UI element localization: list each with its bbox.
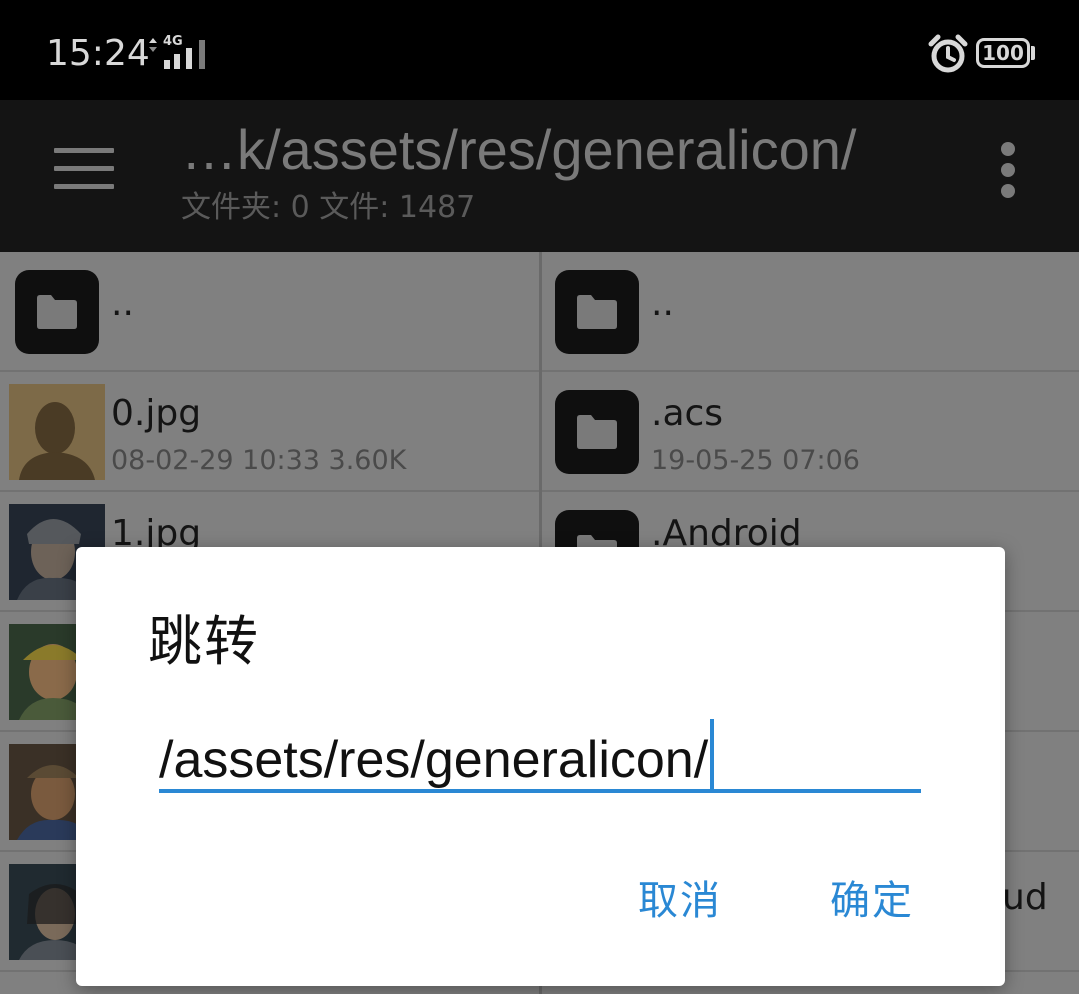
folder-icon [555,270,639,354]
data-activity-icon [149,38,157,52]
list-item-folder[interactable]: .acs 19-05-25 07:06 [542,372,1079,492]
signal-strength-icon [164,40,205,69]
folder-icon [555,390,639,474]
list-item-file[interactable]: 0.jpg 08-02-29 10:33 3.60K [0,372,539,492]
dialog-title: 跳转 [148,610,260,673]
jump-to-path-dialog: 跳转 /assets/res/generalicon/ 取消 确定 [76,547,1005,986]
battery-level: 100 [982,41,1024,65]
folder-icon [15,270,99,354]
alarm-clock-icon [928,34,968,73]
path-input[interactable]: /assets/res/generalicon/ [159,709,921,793]
current-path-title: …k/assets/res/generalicon/ [181,118,857,181]
battery-indicator: 100 [976,38,1030,68]
status-bar: 15:24 4G 100 [0,0,1079,100]
file-name: .. [651,283,674,324]
file-meta: 19-05-25 07:06 [651,445,860,476]
battery-tip [1031,46,1035,60]
status-time: 15:24 [46,33,150,74]
file-name-partial: ud [1002,877,1048,918]
folder-file-count: 文件夹: 0 文件: 1487 [181,190,476,225]
file-name: .acs [651,393,724,434]
image-thumbnail [9,384,105,480]
hamburger-menu-icon[interactable] [54,148,114,190]
cancel-button[interactable]: 取消 [638,873,722,929]
list-item-parent-folder[interactable]: .. [542,252,1079,372]
more-vertical-icon[interactable] [998,142,1018,198]
text-caret [710,719,715,791]
file-name: 0.jpg [111,393,202,434]
file-name: .. [111,283,134,324]
path-input-value[interactable]: /assets/res/generalicon/ [159,731,708,789]
confirm-button[interactable]: 确定 [830,873,914,929]
file-meta: 08-02-29 10:33 3.60K [111,445,407,476]
list-item-parent-folder[interactable]: .. [0,252,539,372]
app-toolbar: …k/assets/res/generalicon/ 文件夹: 0 文件: 14… [0,100,1079,252]
